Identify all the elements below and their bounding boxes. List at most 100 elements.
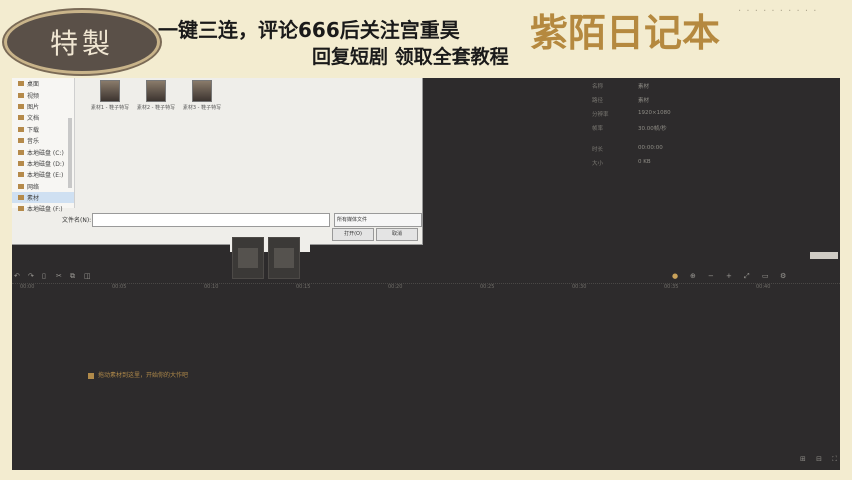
folder-icon — [18, 206, 24, 212]
timeline-tick-label: 00:10 — [204, 284, 219, 290]
timeline-tick-label: 00:15 — [296, 284, 311, 290]
timeline-tool-button[interactable]: ↷ — [28, 271, 34, 281]
filename-label: 文件名(N): — [62, 217, 92, 224]
sidebar-item-label: 本地磁盘 (F:) — [27, 206, 63, 214]
timeline-tool-button[interactable]: ⧉ — [70, 271, 75, 281]
sidebar-item-label: 文档 — [27, 115, 40, 123]
cancel-button[interactable]: 取消 — [376, 228, 418, 241]
file-thumbnail — [146, 80, 166, 102]
sidebar-item[interactable]: 图片 — [12, 101, 74, 112]
folder-icon — [18, 183, 24, 189]
sidebar-item[interactable]: 桌面 — [12, 78, 74, 89]
timeline-toolbar: ↶ ↷ ▯ ✂ ⧉ ◫ ● ⊕ − + ⤢ ▭ ⚙ — [12, 271, 840, 281]
property-key: 大小 — [592, 161, 604, 167]
timeline-tick-label: 00:20 — [388, 284, 403, 290]
folder-icon — [18, 81, 24, 87]
sidebar-item-label: 网络 — [27, 183, 40, 191]
timeline-zoom-control[interactable]: − — [708, 271, 714, 281]
folder-icon — [18, 138, 24, 144]
timeline-tool-button[interactable]: ✂ — [56, 271, 62, 281]
file-item[interactable]: 素材2 - 鞋子特写 — [134, 78, 178, 111]
filename-input[interactable] — [92, 213, 330, 227]
property-key: 名称 — [592, 84, 604, 90]
property-value: 30.00帧/秒 — [638, 126, 667, 132]
sidebar-item-label: 本地磁盘 (E:) — [27, 172, 64, 180]
sidebar-item[interactable]: 视频 — [12, 89, 74, 100]
sidebar-item[interactable]: 本地磁盘 (D:) — [12, 158, 74, 169]
folder-icon — [18, 195, 24, 201]
folder-icon — [18, 92, 24, 98]
sidebar-item-label: 下载 — [27, 126, 40, 134]
file-open-dialog: 桌面 视频图片文档下载音乐本地磁盘 (C:) 本地磁盘 (D:) 本地磁盘 (E:) 网… — [12, 78, 423, 245]
sidebar-item-label: 本地磁盘 (D:) — [27, 160, 65, 168]
timeline-tool-button[interactable]: ▯ — [42, 271, 46, 281]
timeline-tool-button[interactable]: ◫ — [84, 271, 91, 281]
file-thumbnail — [100, 80, 120, 102]
timeline-tool-button[interactable]: ↶ — [14, 271, 20, 281]
timeline-tick-label: 00:40 — [756, 284, 771, 290]
sidebar-item[interactable]: 文档 — [12, 112, 74, 123]
overlay-subline: 回复短剧 领取全套教程 — [312, 46, 509, 68]
sidebar-item-label: 音乐 — [27, 138, 40, 146]
decorative-dots: · · · · · · · · · · — [738, 6, 818, 17]
property-value: 素材 — [638, 98, 650, 104]
media-icon — [88, 372, 94, 379]
timeline-tick-label: 00:30 — [572, 284, 587, 290]
sidebar-item-label: 图片 — [27, 103, 40, 111]
frame-bottom-strip — [0, 470, 852, 480]
open-button[interactable]: 打开(O) — [332, 228, 374, 241]
property-key: 时长 — [592, 147, 604, 153]
folder-icon — [18, 160, 24, 166]
view-controls[interactable]: ⊞ ⊟ ⛶ — [800, 455, 841, 464]
folder-icon — [18, 172, 24, 178]
media-slot-thumb — [274, 248, 294, 268]
timeline-tick-label: 00:35 — [664, 284, 679, 290]
timeline-ruler — [12, 283, 840, 288]
sidebar-item[interactable]: 音乐 — [12, 135, 74, 146]
overlay-headline: 一键三连，评论666后关注宫重昊 — [158, 18, 460, 42]
timeline-tick-label: 00:00 — [20, 284, 35, 290]
file-grid: 素材1 - 鞋子特写 素材2 - 鞋子特写 素材3 - 鞋子特写 — [76, 78, 422, 208]
file-item[interactable]: 素材3 - 鞋子特写 — [180, 78, 224, 111]
media-slot-thumb — [238, 248, 258, 268]
sidebar-item[interactable]: 网络 — [12, 181, 74, 192]
special-badge: 特製 — [4, 10, 160, 74]
file-item[interactable]: 素材1 - 鞋子特写 — [88, 78, 132, 111]
sidebar-item[interactable]: 下载 — [12, 124, 74, 135]
sidebar-scrollbar[interactable] — [68, 118, 72, 188]
sidebar-item[interactable]: 素材 — [12, 191, 74, 204]
export-button[interactable] — [810, 252, 838, 259]
sidebar-item[interactable]: 本地磁盘 (E:) — [12, 169, 74, 180]
timeline-zoom-control[interactable]: + — [726, 271, 732, 281]
badge-text: 特製 — [49, 27, 114, 60]
folder-icon — [18, 149, 24, 155]
sidebar-item[interactable]: 本地磁盘 (C:) — [12, 146, 74, 157]
timeline-zoom-control[interactable]: ● — [672, 271, 678, 281]
timeline-zoom-control[interactable]: ⊕ — [690, 271, 696, 281]
timeline-zoom-control[interactable]: ⤢ — [744, 271, 750, 281]
file-name: 素材2 - 鞋子特写 — [136, 105, 176, 111]
file-thumbnail — [192, 80, 212, 102]
folder-icon — [18, 115, 24, 121]
folder-icon — [18, 103, 24, 109]
frame-right-strip — [840, 78, 852, 480]
property-value: 00:00:00 — [638, 145, 663, 151]
property-key: 帧率 — [592, 126, 604, 132]
timeline-zoom-control[interactable]: ▭ — [762, 271, 769, 281]
property-value: 1920×1080 — [638, 110, 671, 116]
dialog-sidebar: 桌面 视频图片文档下载音乐本地磁盘 (C:) 本地磁盘 (D:) 本地磁盘 (E:) 网… — [12, 78, 75, 213]
empty-hint-text: 拖动素材到这里，开始你的大作吧 — [98, 372, 189, 379]
timeline-empty-hint: 拖动素材到这里，开始你的大作吧 — [88, 370, 188, 379]
sidebar-item-label: 桌面 — [27, 81, 40, 89]
timeline-zoom-control[interactable]: ⚙ — [780, 271, 786, 281]
file-name: 素材1 - 鞋子特写 — [90, 105, 130, 111]
property-key: 路径 — [592, 98, 604, 104]
timeline-tick-label: 00:05 — [112, 284, 127, 290]
property-value: 素材 — [638, 84, 650, 90]
timeline-tick-label: 00:25 — [480, 284, 495, 290]
file-type-select[interactable]: 所有媒体文件 — [334, 213, 422, 227]
overlay-brand: 紫陌日记本 — [530, 11, 721, 55]
folder-icon — [18, 126, 24, 132]
sidebar-item-label: 本地磁盘 (C:) — [27, 149, 64, 157]
property-key: 分辨率 — [592, 112, 609, 118]
